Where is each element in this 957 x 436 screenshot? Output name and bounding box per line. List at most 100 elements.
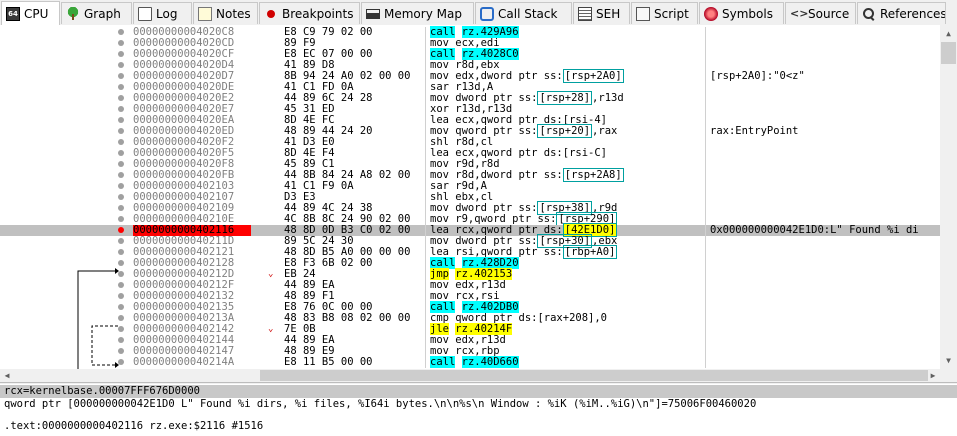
source-icon: <> [790,6,809,20]
column-divider [705,137,706,148]
breakpoint-slot-icon[interactable] [118,293,124,299]
column-divider [705,225,706,236]
breakpoint-slot-icon[interactable] [118,348,124,354]
tab-call-stack[interactable]: Call Stack [475,2,572,24]
breakpoint-slot-icon[interactable] [118,359,124,365]
instruction-row[interactable]: 000000000040214A E8 11 B5 00 00 call rz.40… [0,356,940,368]
column-divider [705,324,706,335]
column-divider [705,104,706,115]
column-divider [705,93,706,104]
column-divider [425,280,426,291]
breakpoint-slot-icon[interactable] [118,304,124,310]
symbols-icon [704,6,718,21]
tab-symbols[interactable]: Symbols [699,2,784,24]
scroll-down-icon[interactable]: ▼ [940,352,957,369]
breakpoint-slot-icon[interactable] [118,106,124,112]
breakpoint-slot-icon[interactable] [118,117,124,123]
breakpoint-slot-icon[interactable] [118,271,124,277]
tab-cpu[interactable]: 64 CPU [1,1,60,25]
scroll-left-icon[interactable]: ◀ [0,369,14,382]
operand[interactable]: [rsp+28] [537,91,593,105]
column-divider [705,357,706,368]
column-divider [425,247,426,258]
tab-memory-map[interactable]: Memory Map [361,2,474,24]
breakpoint-slot-icon[interactable] [118,139,124,145]
tab-notes[interactable]: Notes [193,2,258,24]
column-divider [705,291,706,302]
tab-label: Script [654,6,689,21]
breakpoint-slot-icon[interactable] [118,128,124,134]
column-divider [425,170,426,181]
operand[interactable]: [rsp+2A0] [562,69,624,83]
column-divider [425,38,426,49]
tab-references[interactable]: References [857,2,946,24]
column-divider [705,148,706,159]
column-divider [705,203,706,214]
breakpoint-slot-icon[interactable] [118,150,124,156]
horizontal-scrollbar[interactable]: ◀ ▶ [0,369,940,382]
tab-graph[interactable]: Graph [61,2,132,24]
operand[interactable]: [rbp+A0] [562,245,618,259]
column-divider [425,126,426,137]
breakpoint-slot-icon[interactable] [118,194,124,200]
column-divider [425,115,426,126]
breakpoint-slot-icon[interactable] [118,326,124,332]
column-divider [705,49,706,60]
info-address-line: .text:0000000000402116 rz.exe:$2116 #151… [4,420,264,432]
column-divider [425,324,426,335]
tab-bar: 64 CPU Graph Log Notes Breakpoints Memory Map C… [0,0,957,26]
column-divider [705,192,706,203]
breakpoint-slot-icon[interactable] [118,51,124,57]
tab-log[interactable]: Log [133,2,192,24]
breakpoint-icon[interactable] [118,227,124,233]
breakpoint-slot-icon[interactable] [118,62,124,68]
tab-label: References [880,6,946,21]
search-icon [862,7,876,21]
breakpoint-slot-icon[interactable] [118,337,124,343]
column-divider [425,214,426,225]
mnemonic: call [430,356,456,368]
tab-breakpoints[interactable]: Breakpoints [259,2,360,24]
breakpoint-slot-icon[interactable] [118,161,124,167]
column-divider [425,104,426,115]
breakpoint-slot-icon[interactable] [118,216,124,222]
column-divider [425,236,426,247]
operand[interactable]: [rsp+2A8] [562,168,624,182]
breakpoint-slot-icon[interactable] [118,95,124,101]
vertical-scrollbar[interactable]: ▲ ▼ [940,25,957,369]
column-divider [425,346,426,357]
breakpoint-slot-icon[interactable] [118,260,124,266]
breakpoint-slot-icon[interactable] [118,29,124,35]
instruction-comment: [rsp+2A0]:"0<z" [710,70,805,82]
tab-seh[interactable]: SEH [573,2,630,24]
breakpoint-slot-icon[interactable] [118,205,124,211]
column-divider [705,159,706,170]
scroll-up-icon[interactable]: ▲ [940,25,957,42]
breakpoint-slot-icon[interactable] [118,84,124,90]
breakpoint-slot-icon[interactable] [118,40,124,46]
operand-tail: ,r13d [592,92,624,104]
column-divider [705,236,706,247]
vertical-scroll-thumb[interactable] [941,42,956,64]
breakpoint-slot-icon[interactable] [118,315,124,321]
info-register-line: rcx=kernelbase.00007FFF676D0000 [0,385,957,398]
breakpoint-slot-icon[interactable] [118,73,124,79]
disassembly-view[interactable]: 00000000004020C8 E8 C9 79 02 00 call rz.42… [0,25,957,383]
breakpoint-slot-icon[interactable] [118,282,124,288]
breakpoint-slot-icon[interactable] [118,183,124,189]
breakpoint-slot-icon[interactable] [118,249,124,255]
scroll-right-icon[interactable]: ▶ [926,369,940,382]
breakpoint-slot-icon[interactable] [118,238,124,244]
tab-label: Notes [216,6,251,21]
operand[interactable]: rz.40D660 [461,356,519,368]
breakpoint-slot-icon[interactable] [118,172,124,178]
tab-source[interactable]: <> Source [785,2,856,24]
column-divider [425,93,426,104]
operand[interactable]: [rsp+20] [537,124,593,138]
horizontal-scroll-thumb[interactable] [260,370,928,381]
script-icon [636,6,650,21]
tab-script[interactable]: Script [631,2,698,24]
tab-label: Symbols [722,6,773,21]
log-icon [138,6,152,21]
column-divider [425,137,426,148]
